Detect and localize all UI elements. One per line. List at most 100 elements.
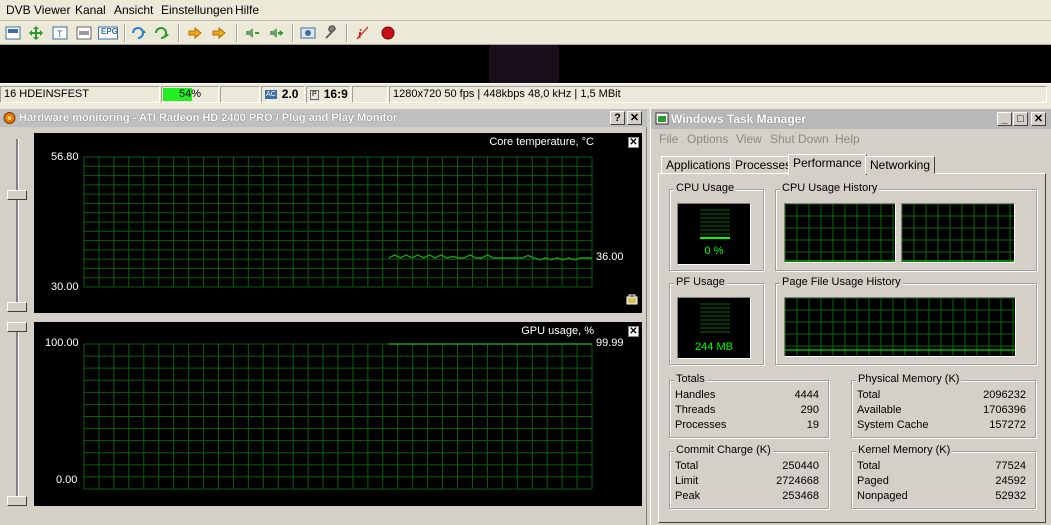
move-icon[interactable] — [27, 24, 45, 42]
stat-value: 250440 — [782, 460, 819, 472]
signal-strength: 54% — [161, 86, 219, 103]
pf-history-group: Page File Usage History — [775, 276, 1037, 365]
volume-up-icon[interactable] — [267, 24, 285, 42]
physical-memory-title: Physical Memory (K) — [856, 373, 962, 385]
cpu-usage-value: 0 % — [704, 245, 724, 257]
pf-usage-group: PF Usage 244 MB — [669, 276, 764, 365]
teletext-icon[interactable]: T — [51, 24, 69, 42]
recordings-icon[interactable] — [299, 24, 317, 42]
stat-label: Threads — [675, 404, 716, 416]
pf-meter-bars — [700, 303, 730, 333]
channel-name: 16 HDEINSFEST — [0, 86, 160, 103]
dvb-menubar: DVB Viewer Kanal Ansicht Einstellungen H… — [0, 0, 1051, 21]
stat-label: Handles — [675, 389, 716, 401]
temperature-lower-slider[interactable] — [7, 302, 27, 312]
tab-performance[interactable]: Performance — [788, 154, 867, 175]
spacer-panel — [352, 86, 388, 103]
stat-value: 290 — [800, 404, 819, 416]
cpu-meter-bars — [700, 209, 730, 239]
toolbar-separator — [292, 24, 294, 42]
flame-icon — [3, 111, 16, 131]
signal-text: 54% — [178, 88, 202, 100]
stat-value: 19 — [806, 419, 819, 431]
menu-dvb-viewer[interactable]: DVB Viewer — [6, 3, 70, 17]
commit-charge-group: Commit Charge (K) Total 250440 Limit 27246… — [669, 444, 829, 509]
tm-menu-shutdown[interactable]: Shut Down — [770, 132, 829, 146]
audio-panel: AC 2.0 — [261, 86, 305, 103]
settings-icon[interactable] — [322, 24, 340, 42]
tm-titlebar[interactable]: Windows Task Manager _ □ ✕ — [651, 109, 1051, 129]
dvb-statusbar: 16 HDEINSFEST 54% AC 2.0 P 16:9 1280x720… — [0, 83, 1051, 104]
minimize-button[interactable]: _ — [997, 112, 1012, 126]
help-button[interactable]: ? — [610, 111, 625, 125]
gpu-upper-slider[interactable] — [7, 322, 27, 332]
temperature-chart — [83, 156, 593, 288]
stat-value: 1706396 — [983, 404, 1026, 416]
tm-menu-view[interactable]: View — [736, 132, 762, 146]
stat-row: Paged 24592 — [852, 475, 1035, 489]
stat-label: Total — [857, 389, 881, 401]
pin-icon[interactable] — [625, 293, 639, 310]
epg-icon[interactable]: EPG — [98, 24, 118, 42]
previous-icon[interactable] — [186, 24, 204, 42]
stat-value: 52932 — [995, 490, 1026, 502]
cpu-history-title: CPU Usage History — [780, 182, 880, 194]
tab-networking[interactable]: Networking — [865, 156, 936, 174]
next-icon[interactable] — [210, 24, 228, 42]
kernel-memory-group: Kernel Memory (K) Total 77524 Paged 24592 … — [851, 444, 1036, 509]
stat-row: Nonpaged 52932 — [852, 490, 1035, 504]
cpu-usage-group: CPU Usage 0 % — [669, 182, 764, 271]
toolbar-separator — [124, 24, 126, 42]
menu-kanal[interactable]: Kanal — [75, 3, 106, 17]
stat-value: 2724668 — [776, 475, 819, 487]
info-icon[interactable]: i — [353, 24, 371, 42]
stream-info: 1280x720 50 fps | 448kbps 48,0 kHz | 1,5… — [389, 86, 1047, 103]
menu-hilfe[interactable]: Hilfe — [235, 3, 259, 17]
hw-titlebar[interactable]: Hardware monitoring - ATI Radeon HD 2400… — [0, 109, 647, 127]
volume-down-icon[interactable] — [243, 24, 261, 42]
channel-up-icon[interactable] — [130, 24, 148, 42]
tm-menu-options[interactable]: Options — [687, 132, 728, 146]
stat-value: 2096232 — [983, 389, 1026, 401]
tab-applications[interactable]: Applications — [661, 156, 736, 174]
maximize-button[interactable]: □ — [1013, 112, 1028, 126]
tm-close-button[interactable]: ✕ — [1031, 112, 1046, 126]
stat-label: Processes — [675, 419, 727, 431]
stat-row: Total 77524 — [852, 460, 1035, 474]
tab-processes[interactable]: Processes — [730, 156, 797, 174]
tm-menubar: File Options View Shut Down Help — [651, 129, 1051, 149]
menu-einstellungen[interactable]: Einstellungen — [161, 3, 233, 17]
gpu-lower-slider[interactable] — [7, 496, 27, 506]
hw-title: Hardware monitoring - ATI Radeon HD 2400… — [19, 112, 398, 124]
stat-row: Threads 290 — [670, 404, 828, 418]
totals-group: Totals Handles 4444 Threads 290 Processes 1… — [669, 373, 829, 438]
channel-down-icon[interactable] — [153, 24, 171, 42]
cpu-usage-title: CPU Usage — [674, 182, 737, 194]
stat-label: System Cache — [857, 419, 929, 431]
stat-value: 4444 — [794, 389, 819, 401]
stat-row: System Cache 157272 — [852, 419, 1035, 433]
temperature-slider-track — [16, 139, 19, 309]
pf-history-graph — [784, 297, 1016, 357]
tm-title: Windows Task Manager — [671, 112, 807, 126]
tm-menu-help[interactable]: Help — [835, 132, 860, 146]
audio-value: 2.0 — [281, 87, 299, 101]
record-icon[interactable] — [379, 24, 397, 42]
stat-value: 77524 — [995, 460, 1026, 472]
kernel-memory-title: Kernel Memory (K) — [856, 444, 953, 456]
spacer-panel — [220, 86, 260, 103]
stat-label: Nonpaged — [857, 490, 908, 502]
toolbar-separator — [178, 24, 180, 42]
pf-history-title: Page File Usage History — [780, 276, 903, 288]
pf-usage-title: PF Usage — [674, 276, 727, 288]
menu-ansicht[interactable]: Ansicht — [114, 3, 153, 17]
temperature-upper-slider[interactable] — [7, 190, 27, 200]
toolbar-separator — [346, 24, 348, 42]
stat-label: Total — [857, 460, 881, 472]
hw-close-button[interactable]: ✕ — [627, 111, 642, 125]
window-mode-icon[interactable] — [4, 24, 22, 42]
stat-row: Available 1706396 — [852, 404, 1035, 418]
tm-menu-file[interactable]: File — [659, 132, 678, 146]
osd-icon[interactable] — [75, 24, 93, 42]
cpu-usage-meter: 0 % — [677, 203, 751, 265]
